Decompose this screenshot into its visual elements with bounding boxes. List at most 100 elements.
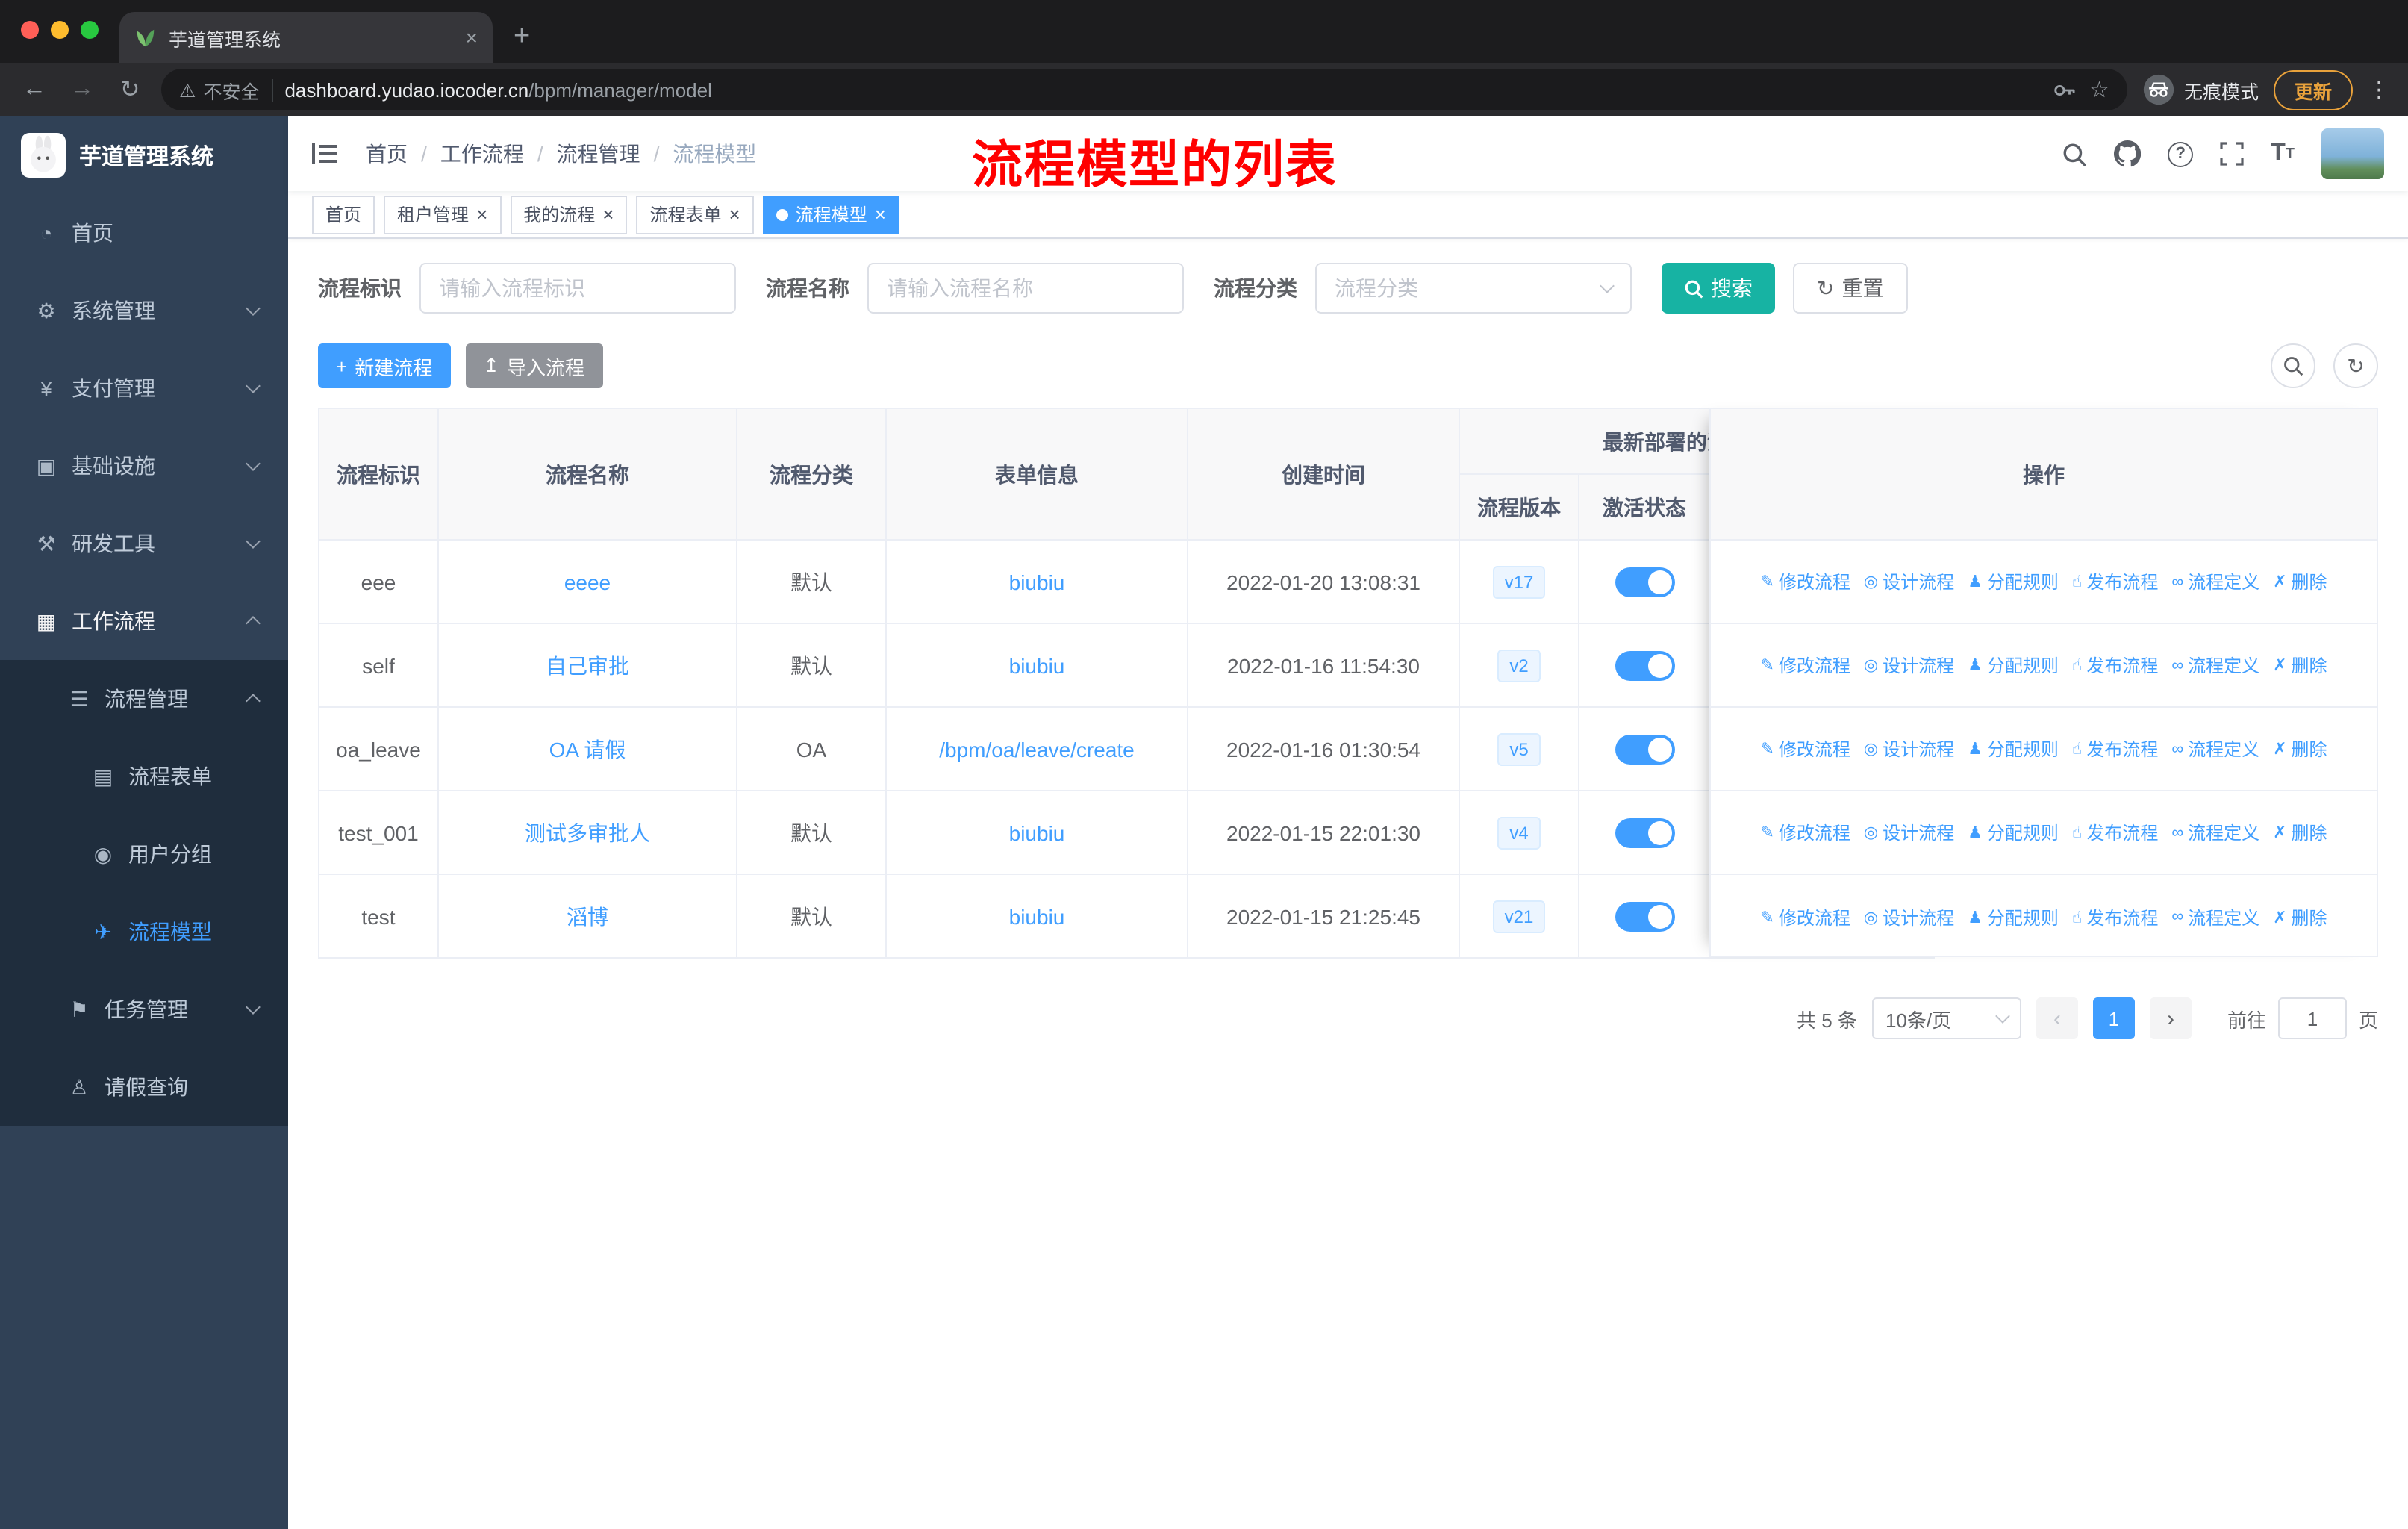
form-info-link[interactable]: biubiu	[1009, 570, 1065, 594]
sidebar-item-user-group[interactable]: ◉ 用户分组	[0, 815, 288, 893]
delete-link[interactable]: ✗ 删除	[2273, 569, 2327, 594]
page-number-button[interactable]: 1	[2092, 997, 2135, 1039]
assign-link[interactable]: ♟ 分配规则	[1968, 736, 2059, 762]
forward-icon[interactable]: →	[66, 76, 99, 103]
sidebar-item-process-manage[interactable]: ☰ 流程管理	[0, 660, 288, 738]
prev-page-button[interactable]: ‹	[2036, 997, 2078, 1039]
sidebar-item-home[interactable]: ◔ 首页	[0, 194, 288, 272]
modify-link[interactable]: ✎ 修改流程	[1760, 736, 1850, 762]
design-link[interactable]: ◎ 设计流程	[1864, 653, 1954, 678]
refresh-table-button[interactable]: ↻	[2333, 343, 2378, 388]
model-name-link[interactable]: 自己审批	[546, 653, 629, 677]
definition-link[interactable]: ∞ 流程定义	[2171, 820, 2259, 845]
filter-category-select[interactable]: 流程分类	[1315, 263, 1632, 314]
delete-link[interactable]: ✗ 删除	[2273, 653, 2327, 678]
modify-link[interactable]: ✎ 修改流程	[1760, 904, 1850, 929]
github-icon[interactable]	[2114, 140, 2142, 167]
publish-link[interactable]: ☝ 发布流程	[2072, 736, 2158, 762]
bookmark-star-icon[interactable]: ☆	[2089, 76, 2109, 103]
filter-id-input[interactable]	[419, 263, 736, 314]
sidebar-item-payment[interactable]: ¥ 支付管理	[0, 349, 288, 427]
filter-name-input[interactable]	[867, 263, 1184, 314]
sidebar-item-system[interactable]: ⚙ 系统管理	[0, 272, 288, 349]
sidebar-item-devtools[interactable]: ⚒ 研发工具	[0, 505, 288, 582]
definition-link[interactable]: ∞ 流程定义	[2171, 736, 2259, 762]
model-name-link[interactable]: 测试多审批人	[525, 820, 650, 844]
design-link[interactable]: ◎ 设计流程	[1864, 820, 1954, 845]
model-name-link[interactable]: OA 请假	[549, 737, 626, 761]
design-link[interactable]: ◎ 设计流程	[1864, 569, 1954, 594]
tag-close-icon[interactable]: ×	[729, 205, 740, 224]
tab-close-icon[interactable]: ×	[466, 25, 478, 49]
breadcrumb-item[interactable]: 首页	[366, 139, 408, 169]
update-button[interactable]: 更新	[2273, 69, 2353, 110]
collapse-sidebar-icon[interactable]	[312, 143, 342, 164]
sidebar-item-process-form[interactable]: ▤ 流程表单	[0, 738, 288, 815]
publish-link[interactable]: ☝ 发布流程	[2072, 569, 2158, 594]
form-info-link[interactable]: /bpm/oa/leave/create	[939, 737, 1135, 761]
tag-close-icon[interactable]: ×	[602, 205, 614, 224]
definition-link[interactable]: ∞ 流程定义	[2171, 904, 2259, 929]
font-size-icon[interactable]: TT	[2271, 140, 2295, 167]
model-name-link[interactable]: 滔博	[567, 904, 608, 928]
toggle-search-button[interactable]	[2271, 343, 2315, 388]
delete-link[interactable]: ✗ 删除	[2273, 904, 2327, 929]
status-toggle[interactable]	[1615, 650, 1674, 680]
tag-close-icon[interactable]: ×	[875, 205, 886, 224]
design-link[interactable]: ◎ 设计流程	[1864, 736, 1954, 762]
form-info-link[interactable]: biubiu	[1009, 904, 1065, 928]
browser-menu-icon[interactable]: ⋮	[2368, 76, 2390, 103]
delete-link[interactable]: ✗ 删除	[2273, 820, 2327, 845]
user-avatar[interactable]	[2321, 128, 2384, 179]
breadcrumb-item[interactable]: 工作流程	[440, 139, 524, 169]
delete-link[interactable]: ✗ 删除	[2273, 736, 2327, 762]
status-toggle[interactable]	[1615, 901, 1674, 931]
model-name-link[interactable]: eeee	[564, 570, 611, 594]
search-button[interactable]: 搜索	[1662, 263, 1775, 314]
help-icon[interactable]: ?	[2168, 141, 2194, 166]
incognito-badge[interactable]: 无痕模式	[2142, 73, 2259, 106]
reset-button[interactable]: ↻ 重置	[1793, 263, 1908, 314]
create-process-button[interactable]: + 新建流程	[318, 343, 451, 388]
back-icon[interactable]: ←	[18, 76, 51, 103]
definition-link[interactable]: ∞ 流程定义	[2171, 653, 2259, 678]
tag-close-icon[interactable]: ×	[476, 205, 487, 224]
tag-流程模型[interactable]: 流程模型 ×	[762, 195, 899, 234]
assign-link[interactable]: ♟ 分配规则	[1968, 904, 2059, 929]
publish-link[interactable]: ☝ 发布流程	[2072, 653, 2158, 678]
address-bar[interactable]: ⚠ 不安全 dashboard.yudao.iocoder.cn/bpm/man…	[161, 69, 2127, 110]
new-tab-button[interactable]: +	[514, 21, 530, 54]
search-icon[interactable]	[2062, 141, 2087, 166]
modify-link[interactable]: ✎ 修改流程	[1760, 653, 1850, 678]
close-window-button[interactable]	[21, 21, 39, 39]
maximize-window-button[interactable]	[81, 21, 99, 39]
sidebar-item-infrastructure[interactable]: ▣ 基础设施	[0, 427, 288, 505]
publish-link[interactable]: ☝ 发布流程	[2072, 820, 2158, 845]
form-info-link[interactable]: biubiu	[1009, 653, 1065, 677]
tag-首页[interactable]: 首页	[312, 195, 375, 234]
app-logo[interactable]: 芋道管理系统	[0, 116, 288, 194]
sidebar-item-leave-query[interactable]: ♙ 请假查询	[0, 1048, 288, 1126]
minimize-window-button[interactable]	[51, 21, 69, 39]
sidebar-item-process-model[interactable]: ✈ 流程模型	[0, 893, 288, 971]
next-page-button[interactable]: ›	[2149, 997, 2192, 1039]
assign-link[interactable]: ♟ 分配规则	[1968, 653, 2059, 678]
breadcrumb-item[interactable]: 流程管理	[557, 139, 640, 169]
fullscreen-icon[interactable]	[2220, 142, 2244, 166]
assign-link[interactable]: ♟ 分配规则	[1968, 820, 2059, 845]
page-size-select[interactable]: 10条/页	[1871, 997, 2021, 1039]
modify-link[interactable]: ✎ 修改流程	[1760, 820, 1850, 845]
assign-link[interactable]: ♟ 分配规则	[1968, 569, 2059, 594]
sidebar-item-task-manage[interactable]: ⚑ 任务管理	[0, 971, 288, 1048]
definition-link[interactable]: ∞ 流程定义	[2171, 569, 2259, 594]
reload-icon[interactable]: ↻	[113, 75, 146, 105]
browser-tab[interactable]: 芋道管理系统 ×	[119, 12, 493, 63]
publish-link[interactable]: ☝ 发布流程	[2072, 904, 2158, 929]
modify-link[interactable]: ✎ 修改流程	[1760, 569, 1850, 594]
status-toggle[interactable]	[1615, 734, 1674, 764]
import-process-button[interactable]: ↥ 导入流程	[465, 343, 603, 388]
goto-page-input[interactable]	[2277, 997, 2347, 1039]
key-icon[interactable]	[2052, 78, 2074, 101]
tag-我的流程[interactable]: 我的流程 ×	[510, 195, 628, 234]
sidebar-item-workflow[interactable]: ▦ 工作流程	[0, 582, 288, 660]
